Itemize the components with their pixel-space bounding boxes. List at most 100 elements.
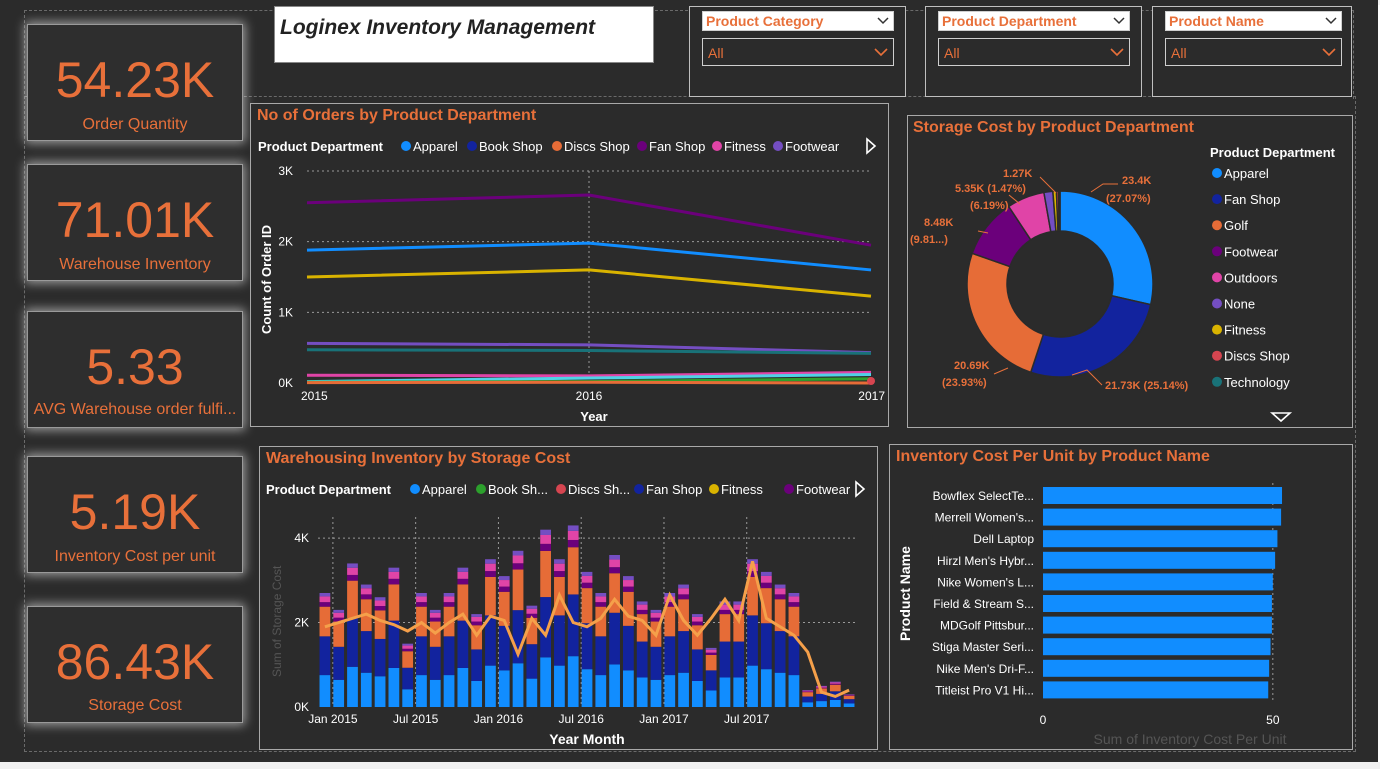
column-segment[interactable] — [567, 656, 579, 707]
column-segment[interactable] — [347, 618, 358, 667]
column-segment[interactable] — [581, 623, 593, 670]
legend-item-book-shop[interactable]: Book Shop — [467, 139, 543, 154]
column-segment[interactable] — [388, 571, 400, 579]
column-segment[interactable] — [443, 636, 455, 676]
legend-item-technology[interactable]: Technology — [1224, 375, 1290, 390]
column-segment[interactable] — [333, 646, 345, 680]
column-segment[interactable] — [374, 676, 386, 707]
legend-item-footwear[interactable]: Footwear — [773, 139, 840, 154]
bar-5[interactable] — [1043, 573, 1273, 591]
line-series-discs-shop[interactable] — [306, 380, 872, 385]
legend-item-fitness[interactable]: Fitness — [1224, 323, 1266, 338]
column-segment[interactable] — [595, 593, 607, 597]
column-segment[interactable] — [360, 672, 372, 707]
donut-slice-golf[interactable] — [966, 252, 1045, 374]
column-segment[interactable] — [829, 681, 841, 683]
column-segment[interactable] — [581, 669, 593, 707]
column-segment[interactable] — [457, 620, 469, 668]
legend-item-none[interactable]: None — [1224, 297, 1255, 312]
column-segment[interactable] — [457, 567, 469, 572]
column-segment[interactable] — [609, 555, 620, 560]
column-segment[interactable] — [678, 594, 689, 600]
column-segment[interactable] — [498, 586, 510, 592]
column-segment[interactable] — [416, 636, 427, 676]
column-segment[interactable] — [774, 584, 786, 589]
column-segment[interactable] — [347, 563, 358, 568]
column-segment[interactable] — [760, 575, 772, 583]
column-segment[interactable] — [485, 665, 496, 707]
column-segment[interactable] — [471, 680, 483, 707]
column-segment[interactable] — [843, 695, 855, 700]
column-segment[interactable] — [623, 580, 634, 587]
column-segment[interactable] — [609, 567, 620, 574]
orders-line-chart[interactable]: No of Orders by Product Department Produ… — [250, 103, 889, 427]
column-segment[interactable] — [554, 571, 565, 577]
kpi-card-inventory-cost-per-unit[interactable]: 5.19K Inventory Cost per unit — [27, 456, 243, 573]
column-segment[interactable] — [319, 675, 331, 707]
column-segment[interactable] — [774, 672, 786, 707]
column-segment[interactable] — [416, 675, 427, 707]
column-segment[interactable] — [650, 679, 662, 707]
column-segment[interactable] — [664, 675, 676, 707]
column-segment[interactable] — [498, 576, 510, 581]
column-segment[interactable] — [636, 609, 648, 615]
column-segment[interactable] — [705, 654, 717, 671]
column-segment[interactable] — [402, 648, 414, 652]
column-segment[interactable] — [512, 663, 524, 707]
column-segment[interactable] — [567, 594, 579, 657]
slicer-header[interactable]: Product Department — [938, 11, 1130, 31]
bar-9[interactable] — [1043, 659, 1270, 677]
donut-slice-fan-shop[interactable] — [1029, 294, 1152, 378]
legend-item-discs-shop[interactable]: Discs Shop — [1224, 349, 1290, 364]
column-segment[interactable] — [402, 645, 414, 649]
column-segment[interactable] — [595, 596, 607, 603]
column-segment[interactable] — [705, 690, 717, 707]
column-segment[interactable] — [843, 694, 855, 696]
legend-item-fitness[interactable]: Fitness — [712, 139, 766, 154]
column-segment[interactable] — [581, 575, 593, 583]
column-segment[interactable] — [650, 612, 662, 618]
column-segment[interactable] — [567, 539, 579, 548]
column-segment[interactable] — [816, 686, 827, 688]
legend-item-book-shop[interactable]: Book Sh... — [476, 482, 548, 497]
column-segment[interactable] — [788, 593, 800, 597]
column-segment[interactable] — [733, 677, 745, 707]
column-segment[interactable] — [802, 691, 814, 693]
column-segment[interactable] — [567, 547, 579, 595]
column-segment[interactable] — [719, 609, 731, 615]
column-segment[interactable] — [705, 652, 717, 655]
column-segment[interactable] — [512, 555, 524, 564]
bar-6[interactable] — [1043, 595, 1272, 612]
slicer-product-department[interactable]: Product Department All — [925, 6, 1142, 97]
line-point-marker[interactable] — [867, 377, 875, 385]
legend-next-arrow-icon[interactable] — [866, 137, 877, 155]
column-segment[interactable] — [678, 672, 689, 707]
column-segment[interactable] — [554, 563, 565, 572]
column-segment[interactable] — [691, 614, 703, 617]
legend-item-footwear[interactable]: Footwear — [784, 482, 851, 497]
column-segment[interactable] — [498, 580, 510, 587]
column-segment[interactable] — [609, 664, 620, 707]
column-segment[interactable] — [485, 563, 496, 572]
column-segment[interactable] — [829, 684, 841, 692]
column-segment[interactable] — [485, 559, 496, 564]
column-segment[interactable] — [471, 649, 483, 681]
column-segment[interactable] — [623, 625, 634, 671]
column-segment[interactable] — [485, 576, 496, 616]
column-segment[interactable] — [360, 584, 372, 589]
column-segment[interactable] — [333, 621, 345, 647]
legend-item-fan-shop[interactable]: Fan Shop — [1224, 192, 1280, 207]
column-segment[interactable] — [747, 615, 758, 666]
column-segment[interactable] — [774, 594, 786, 600]
bar-1[interactable] — [1043, 487, 1283, 504]
column-segment[interactable] — [788, 602, 800, 607]
column-segment[interactable] — [512, 563, 524, 570]
column-segment[interactable] — [540, 657, 551, 707]
storage-donut-chart[interactable]: Storage Cost by Product Department Produ… — [907, 115, 1353, 428]
bar-2[interactable] — [1043, 508, 1282, 526]
legend-item-apparel[interactable]: Apparel — [410, 482, 467, 497]
column-segment[interactable] — [705, 649, 717, 653]
column-segment[interactable] — [760, 669, 772, 707]
slicer-dropdown[interactable]: All — [1165, 38, 1342, 66]
column-segment[interactable] — [540, 529, 551, 535]
